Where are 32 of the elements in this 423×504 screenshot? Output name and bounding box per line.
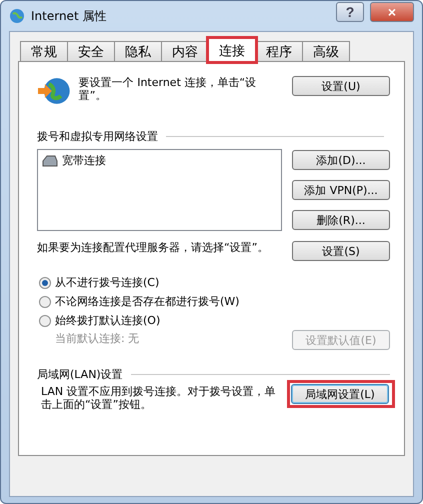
dialup-button[interactable]: 添加 VPN(P)...: [292, 180, 390, 200]
dial-option[interactable]: 不论网络连接是否存在都进行拨号(W): [39, 292, 390, 311]
section-heading: 局域网(LAN)设置: [37, 368, 123, 381]
section-heading: 拨号和虚拟专用网络设置: [37, 130, 158, 143]
globe-icon: [37, 76, 71, 106]
connection-item[interactable]: 宽带连接: [42, 153, 277, 168]
tab[interactable]: 程序: [255, 41, 303, 62]
radio-button[interactable]: [39, 276, 51, 288]
tab[interactable]: 内容: [161, 41, 209, 62]
radio-button[interactable]: [39, 314, 51, 326]
tab[interactable]: 高级: [302, 41, 350, 62]
proxy-instructions: 如果要为连接配置代理服务器，请选择“设置”。: [37, 241, 270, 254]
window-title: Internet 属性: [31, 8, 108, 24]
dial-option[interactable]: 从不进行拨号连接(C): [39, 273, 390, 292]
lan-instructions: LAN 设置不应用到拨号连接。对于拨号设置，单击上面的“设置”按钮。: [40, 385, 277, 411]
dialup-button[interactable]: 删除(R)...: [292, 210, 390, 230]
connection-list[interactable]: 宽带连接: [37, 149, 282, 231]
globe-icon: [9, 8, 25, 24]
current-default-label: 当前默认连接: 无: [54, 331, 140, 345]
tab[interactable]: 常规: [20, 41, 68, 62]
help-button[interactable]: ?: [336, 2, 364, 22]
lan-settings-button[interactable]: 局域网设置(L): [291, 384, 389, 404]
tab[interactable]: 安全: [67, 41, 115, 62]
tab[interactable]: 隐私: [114, 41, 162, 62]
dialup-button[interactable]: 添加(D)...: [292, 150, 390, 170]
radio-button[interactable]: [39, 296, 51, 308]
tab[interactable]: 连接: [208, 38, 256, 62]
proxy-settings-button[interactable]: 设置(S): [292, 241, 390, 261]
setup-button[interactable]: 设置(U): [292, 76, 390, 96]
modem-icon: [42, 154, 58, 166]
setup-instructions: 要设置一个 Internet 连接，单击“设置”。: [78, 76, 258, 104]
dial-option[interactable]: 始终拨打默认连接(O): [39, 311, 390, 330]
